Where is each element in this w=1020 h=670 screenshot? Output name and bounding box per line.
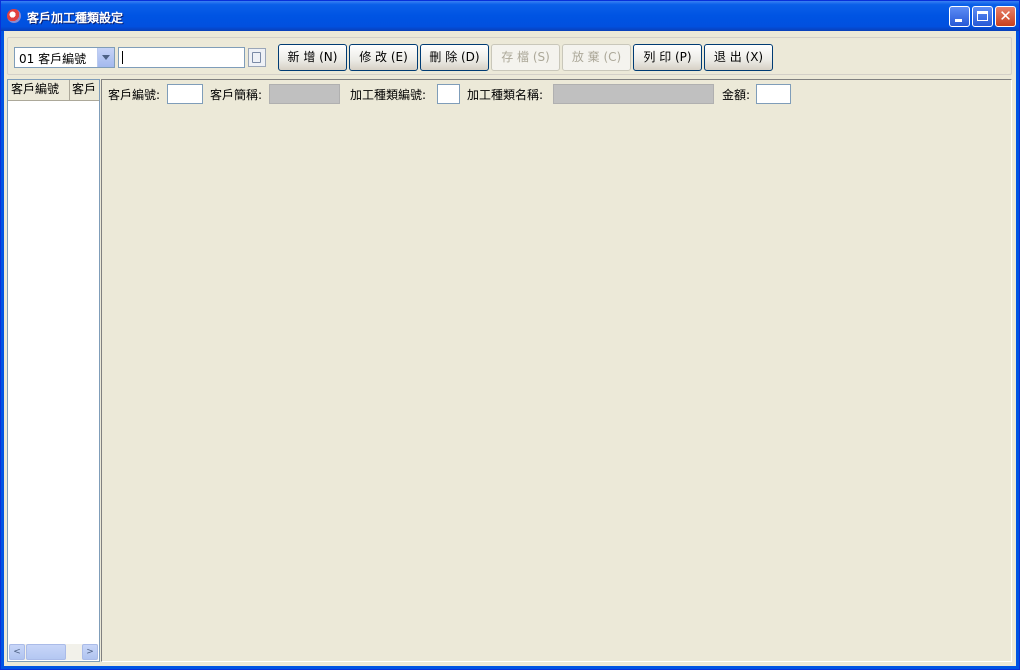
exit-button[interactable]: 退 出 (X) (704, 44, 773, 71)
discard-button[interactable]: 放 棄 (C) (562, 44, 631, 71)
process-type-no-label: 加工種類編號: (350, 88, 427, 102)
window-title: 客戶加工種類設定 (27, 11, 124, 25)
column-header-customer-no[interactable]: 客戶編號 (8, 80, 70, 100)
modify-button[interactable]: 修 改 (E) (349, 44, 418, 71)
minimize-button[interactable] (949, 6, 970, 27)
search-input[interactable] (118, 47, 245, 68)
search-field-selected: 01 客戶編號 (19, 52, 87, 66)
customer-short-name-field (269, 84, 340, 104)
grid-header: 客戶編號 客戶 (8, 80, 99, 101)
close-button[interactable]: ✕ (995, 6, 1016, 27)
customer-no-field[interactable] (167, 84, 203, 104)
maximize-button[interactable] (972, 6, 993, 27)
amount-field[interactable] (756, 84, 791, 104)
title-bar[interactable]: 客戶加工種類設定 ✕ (1, 1, 1019, 31)
search-field-select[interactable]: 01 客戶編號 (14, 47, 115, 68)
delete-button[interactable]: 刪 除 (D) (420, 44, 489, 71)
toolbar: 01 客戶編號 新 增 (N) 修 改 (E) 刪 除 (D) 存 檔 (S) … (7, 37, 1012, 75)
horizontal-scrollbar[interactable]: < > (9, 644, 98, 660)
column-header-customer[interactable]: 客戶 (70, 80, 101, 100)
scroll-thumb[interactable] (26, 644, 66, 660)
print-button[interactable]: 列 印 (P) (633, 44, 702, 71)
scroll-left-icon[interactable]: < (9, 644, 25, 660)
close-icon: ✕ (999, 7, 1012, 25)
process-type-name-label: 加工種類名稱: (467, 88, 544, 102)
customer-no-label: 客戶編號: (108, 88, 161, 102)
client-area: 01 客戶編號 新 增 (N) 修 改 (E) 刪 除 (D) 存 檔 (S) … (4, 31, 1016, 666)
new-button[interactable]: 新 增 (N) (278, 44, 347, 71)
scroll-right-icon[interactable]: > (82, 644, 98, 660)
text-caret (122, 51, 123, 64)
process-type-name-field (553, 84, 714, 104)
record-list-grid[interactable]: 客戶編號 客戶 < > (7, 79, 100, 662)
document-icon (252, 52, 261, 63)
maximize-icon (977, 11, 988, 21)
save-button[interactable]: 存 檔 (S) (491, 44, 560, 71)
detail-form: 客戶編號: 客戶簡稱: 加工種類編號: 加工種類名稱: 金額: (101, 79, 1012, 662)
amount-label: 金額: (722, 88, 751, 102)
chevron-down-icon[interactable] (97, 48, 114, 67)
minimize-icon (955, 19, 962, 22)
app-icon (7, 9, 21, 23)
process-type-no-field[interactable] (437, 84, 460, 104)
lookup-button[interactable] (248, 48, 266, 67)
app-window: 客戶加工種類設定 ✕ 01 客戶編號 新 增 (N) 修 改 (E) 刪 除 (… (0, 0, 1020, 670)
customer-short-name-label: 客戶簡稱: (210, 88, 263, 102)
